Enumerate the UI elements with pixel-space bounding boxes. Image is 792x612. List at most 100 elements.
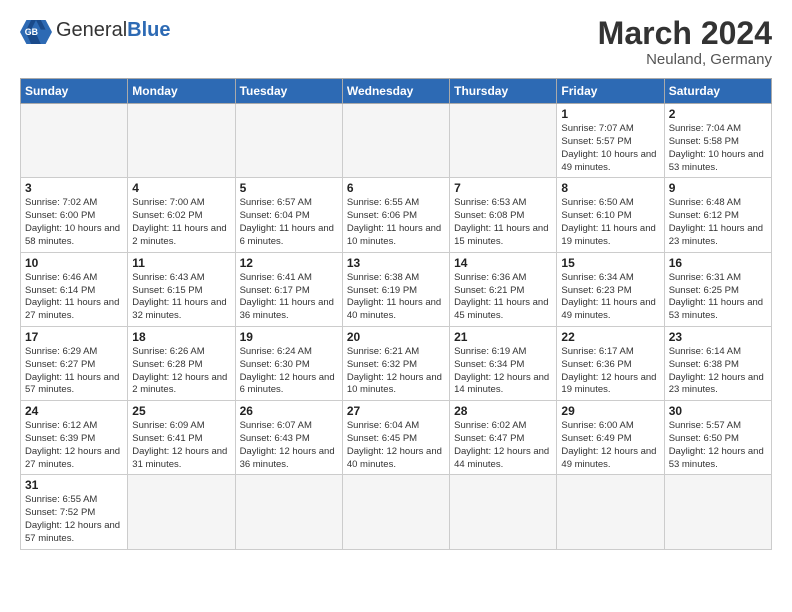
day-number: 23 [669, 330, 767, 344]
day-number: 16 [669, 256, 767, 270]
day-number: 6 [347, 181, 445, 195]
calendar-cell [342, 104, 449, 178]
day-number: 22 [561, 330, 659, 344]
calendar-cell: 26Sunrise: 6:07 AM Sunset: 6:43 PM Dayli… [235, 401, 342, 475]
day-number: 19 [240, 330, 338, 344]
logo: GB GeneralBlue [20, 16, 171, 44]
day-info: Sunrise: 6:46 AM Sunset: 6:14 PM Dayligh… [25, 272, 123, 323]
day-number: 25 [132, 404, 230, 418]
calendar-cell: 30 Sunrise: 5:57 AM Sunset: 6:50 PM Dayli… [664, 401, 771, 475]
calendar-cell: 28 Sunrise: 6:02 AM Sunset: 6:47 PM Dayli… [450, 401, 557, 475]
calendar-cell [21, 104, 128, 178]
calendar-cell: 19 Sunrise: 6:24 AM Sunset: 6:30 PM Dayli… [235, 326, 342, 400]
weekday-header-friday: Friday [557, 79, 664, 104]
day-info: Sunrise: 6:26 AM Sunset: 6:28 PM Dayligh… [132, 346, 230, 397]
day-number: 4 [132, 181, 230, 195]
calendar-cell: 12 Sunrise: 6:41 AM Sunset: 6:17 PM Dayli… [235, 252, 342, 326]
day-number: 24 [25, 404, 123, 418]
calendar-cell: 29Sunrise: 6:00 AM Sunset: 6:49 PM Dayli… [557, 401, 664, 475]
day-info: Sunrise: 6:55 AM Sunset: 7:52 PM Dayligh… [25, 494, 123, 545]
calendar-week-4: 24 Sunrise: 6:12 AM Sunset: 6:39 PM Dayli… [21, 401, 772, 475]
logo-text: GeneralBlue [56, 19, 171, 42]
calendar-cell: 24 Sunrise: 6:12 AM Sunset: 6:39 PM Dayli… [21, 401, 128, 475]
calendar-table: SundayMondayTuesdayWednesdayThursdayFrid… [20, 78, 772, 550]
calendar-cell: 13 Sunrise: 6:38 AM Sunset: 6:19 PM Dayli… [342, 252, 449, 326]
calendar-week-1: 3 Sunrise: 7:02 AM Sunset: 6:00 PM Daylig… [21, 178, 772, 252]
calendar-cell: 25Sunrise: 6:09 AM Sunset: 6:41 PM Dayli… [128, 401, 235, 475]
day-info: Sunrise: 6:14 AM Sunset: 6:38 PM Dayligh… [669, 346, 767, 397]
day-info: Sunrise: 6:50 AM Sunset: 6:10 PM Dayligh… [561, 197, 659, 248]
calendar-cell: 10Sunrise: 6:46 AM Sunset: 6:14 PM Dayli… [21, 252, 128, 326]
calendar-cell [664, 475, 771, 549]
calendar-cell: 22Sunrise: 6:17 AM Sunset: 6:36 PM Dayli… [557, 326, 664, 400]
day-info: Sunrise: 6:24 AM Sunset: 6:30 PM Dayligh… [240, 346, 338, 397]
day-number: 21 [454, 330, 552, 344]
day-info: Sunrise: 6:19 AM Sunset: 6:34 PM Dayligh… [454, 346, 552, 397]
calendar-cell: 7Sunrise: 6:53 AM Sunset: 6:08 PM Daylig… [450, 178, 557, 252]
calendar-cell: 4 Sunrise: 7:00 AM Sunset: 6:02 PM Daylig… [128, 178, 235, 252]
day-info: Sunrise: 6:48 AM Sunset: 6:12 PM Dayligh… [669, 197, 767, 248]
day-info: Sunrise: 6:29 AM Sunset: 6:27 PM Dayligh… [25, 346, 123, 397]
weekday-header-sunday: Sunday [21, 79, 128, 104]
day-number: 3 [25, 181, 123, 195]
calendar-cell [450, 475, 557, 549]
weekday-header-monday: Monday [128, 79, 235, 104]
day-info: Sunrise: 6:34 AM Sunset: 6:23 PM Dayligh… [561, 272, 659, 323]
calendar-cell: 20 Sunrise: 6:21 AM Sunset: 6:32 PM Dayli… [342, 326, 449, 400]
day-number: 11 [132, 256, 230, 270]
calendar-cell: 11 Sunrise: 6:43 AM Sunset: 6:15 PM Dayli… [128, 252, 235, 326]
day-info: Sunrise: 7:07 AM Sunset: 5:57 PM Dayligh… [561, 123, 659, 174]
day-number: 28 [454, 404, 552, 418]
day-info: Sunrise: 6:00 AM Sunset: 6:49 PM Dayligh… [561, 420, 659, 471]
calendar-week-5: 31 Sunrise: 6:55 AM Sunset: 7:52 PM Dayli… [21, 475, 772, 549]
day-info: Sunrise: 6:38 AM Sunset: 6:19 PM Dayligh… [347, 272, 445, 323]
day-number: 20 [347, 330, 445, 344]
day-info: Sunrise: 7:02 AM Sunset: 6:00 PM Dayligh… [25, 197, 123, 248]
day-number: 9 [669, 181, 767, 195]
day-info: Sunrise: 6:43 AM Sunset: 6:15 PM Dayligh… [132, 272, 230, 323]
calendar-cell: 17 Sunrise: 6:29 AM Sunset: 6:27 PM Dayli… [21, 326, 128, 400]
day-number: 5 [240, 181, 338, 195]
day-number: 18 [132, 330, 230, 344]
calendar-page: GB GeneralBlue March 2024 Neuland, Germa… [0, 0, 792, 612]
day-info: Sunrise: 6:12 AM Sunset: 6:39 PM Dayligh… [25, 420, 123, 471]
day-info: Sunrise: 5:57 AM Sunset: 6:50 PM Dayligh… [669, 420, 767, 471]
day-info: Sunrise: 7:00 AM Sunset: 6:02 PM Dayligh… [132, 197, 230, 248]
day-number: 13 [347, 256, 445, 270]
day-info: Sunrise: 6:57 AM Sunset: 6:04 PM Dayligh… [240, 197, 338, 248]
day-number: 17 [25, 330, 123, 344]
day-info: Sunrise: 6:21 AM Sunset: 6:32 PM Dayligh… [347, 346, 445, 397]
weekday-header-saturday: Saturday [664, 79, 771, 104]
weekday-header-tuesday: Tuesday [235, 79, 342, 104]
day-info: Sunrise: 6:02 AM Sunset: 6:47 PM Dayligh… [454, 420, 552, 471]
calendar-cell: 6Sunrise: 6:55 AM Sunset: 6:06 PM Daylig… [342, 178, 449, 252]
day-info: Sunrise: 6:31 AM Sunset: 6:25 PM Dayligh… [669, 272, 767, 323]
day-number: 8 [561, 181, 659, 195]
calendar-cell [128, 104, 235, 178]
calendar-cell: 3 Sunrise: 7:02 AM Sunset: 6:00 PM Daylig… [21, 178, 128, 252]
calendar-cell: 27 Sunrise: 6:04 AM Sunset: 6:45 PM Dayli… [342, 401, 449, 475]
day-info: Sunrise: 6:41 AM Sunset: 6:17 PM Dayligh… [240, 272, 338, 323]
calendar-cell: 16 Sunrise: 6:31 AM Sunset: 6:25 PM Dayli… [664, 252, 771, 326]
day-number: 2 [669, 107, 767, 121]
logo-icon: GB [20, 16, 52, 44]
day-info: Sunrise: 6:36 AM Sunset: 6:21 PM Dayligh… [454, 272, 552, 323]
day-number: 27 [347, 404, 445, 418]
calendar-cell [235, 475, 342, 549]
calendar-cell: 14Sunrise: 6:36 AM Sunset: 6:21 PM Dayli… [450, 252, 557, 326]
day-info: Sunrise: 7:04 AM Sunset: 5:58 PM Dayligh… [669, 123, 767, 174]
calendar-cell: 23 Sunrise: 6:14 AM Sunset: 6:38 PM Dayli… [664, 326, 771, 400]
title-block: March 2024 Neuland, Germany [598, 16, 772, 68]
day-number: 7 [454, 181, 552, 195]
calendar-cell: 2 Sunrise: 7:04 AM Sunset: 5:58 PM Daylig… [664, 104, 771, 178]
day-number: 30 [669, 404, 767, 418]
day-number: 31 [25, 478, 123, 492]
day-number: 26 [240, 404, 338, 418]
calendar-cell: 18 Sunrise: 6:26 AM Sunset: 6:28 PM Dayli… [128, 326, 235, 400]
day-info: Sunrise: 6:04 AM Sunset: 6:45 PM Dayligh… [347, 420, 445, 471]
day-number: 1 [561, 107, 659, 121]
calendar-week-2: 10Sunrise: 6:46 AM Sunset: 6:14 PM Dayli… [21, 252, 772, 326]
calendar-cell: 21 Sunrise: 6:19 AM Sunset: 6:34 PM Dayli… [450, 326, 557, 400]
day-number: 12 [240, 256, 338, 270]
calendar-cell [557, 475, 664, 549]
